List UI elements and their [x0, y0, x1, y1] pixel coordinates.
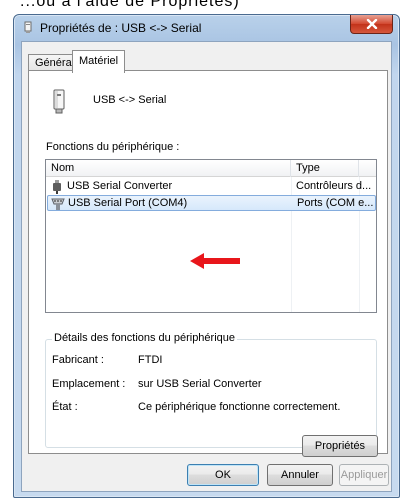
list-row-name: USB Serial Port (COM4)	[68, 197, 188, 209]
location-label: Emplacement :	[52, 378, 126, 390]
list-row-usb-serial-converter[interactable]: USB Serial Converter Contrôleurs d...	[47, 179, 376, 195]
background-text-fragment: ...ou a l'aide de Propriétés)	[0, 0, 404, 14]
properties-dialog: Propriétés de : USB <-> Serial Général M…	[13, 14, 400, 498]
window-title: Propriétés de : USB <-> Serial	[40, 21, 202, 35]
properties-button[interactable]: Propriétés	[302, 435, 378, 457]
details-groupbox: Détails des fonctions du périphérique Fa…	[45, 332, 378, 457]
dialog-client-area: Général Matériel USB <-> Serial Fonction…	[21, 41, 392, 492]
details-title: Détails des fonctions du périphérique	[52, 332, 238, 344]
red-arrow-icon	[190, 253, 240, 269]
apply-button[interactable]: Appliquer	[339, 464, 389, 486]
usb-device-title-icon	[24, 21, 32, 33]
list-row-usb-serial-port[interactable]: USB Serial Port (COM4) Ports (COM e...	[47, 195, 376, 211]
ok-button[interactable]: OK	[187, 464, 259, 486]
usb-device-icon	[53, 89, 65, 114]
list-row-type: Ports (COM e...	[297, 197, 374, 209]
column-header-filler	[359, 160, 376, 177]
close-x-icon	[366, 19, 377, 29]
status-value: Ce périphérique fonctionne correctement.	[138, 401, 341, 413]
list-header: Nom Type	[46, 160, 376, 177]
functions-listview[interactable]: Nom Type USB Serial Converter Contrôleur…	[45, 159, 377, 313]
tab-materiel[interactable]: Matériel	[72, 50, 126, 73]
list-row-name: USB Serial Converter	[67, 180, 173, 192]
usb-plug-icon	[53, 180, 61, 194]
column-header-type[interactable]: Type	[291, 160, 359, 177]
column-header-name[interactable]: Nom	[46, 160, 291, 177]
location-value: sur USB Serial Converter	[138, 378, 262, 390]
cancel-button[interactable]: Annuler	[267, 464, 333, 486]
manufacturer-label: Fabricant :	[52, 354, 104, 366]
serial-port-icon	[51, 198, 65, 210]
close-button[interactable]	[350, 15, 393, 34]
background-text: ...ou a l'aide de Propriétés)	[20, 0, 240, 10]
manufacturer-value: FTDI	[138, 354, 163, 366]
list-row-type: Contrôleurs d...	[296, 180, 372, 192]
functions-label: Fonctions du périphérique :	[46, 141, 180, 153]
status-label: État :	[52, 401, 78, 413]
device-name: USB <-> Serial	[93, 94, 167, 106]
tab-panel-materiel: USB <-> Serial Fonctions du périphérique…	[28, 70, 388, 457]
title-bar[interactable]: Propriétés de : USB <-> Serial	[14, 15, 399, 41]
